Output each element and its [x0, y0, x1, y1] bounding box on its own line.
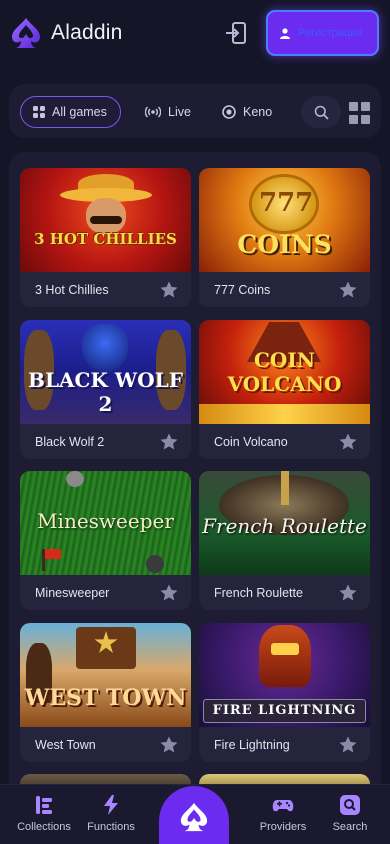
game-card[interactable]: Minesweeper Minesweeper [20, 471, 191, 610]
favorite-star-icon[interactable] [159, 280, 179, 300]
favorite-star-icon[interactable] [159, 735, 179, 755]
signup-button[interactable]: Регистрация [266, 10, 379, 56]
game-name: 3 Hot Chillies [35, 282, 109, 297]
game-art-title: Minesweeper [37, 509, 174, 533]
nav-label: Search [332, 821, 368, 833]
nav-search[interactable]: Search [310, 795, 390, 833]
game-art-title: French Roulette [202, 514, 367, 538]
brand-name: Aladdin [51, 21, 123, 44]
tab-all-games[interactable]: All games [20, 96, 121, 128]
user-icon [280, 27, 290, 39]
favorite-star-icon[interactable] [338, 735, 358, 755]
game-card[interactable]: WEST TOWN West Town [20, 623, 191, 762]
search-icon [340, 795, 360, 815]
brand-logo[interactable]: Aladdin [10, 16, 122, 50]
tab-live[interactable]: Live [133, 96, 203, 128]
nav-label: Functions [87, 821, 135, 833]
login-door-icon [226, 22, 246, 44]
games-grid: 3 HOT CHILLIES 3 Hot Chillies 777 COINS … [9, 152, 381, 792]
tab-label: All games [52, 105, 107, 119]
tab-label: Live [168, 105, 191, 119]
collections-icon [36, 796, 52, 814]
favorite-star-icon[interactable] [338, 432, 358, 452]
signup-label: Регистрация [298, 27, 363, 39]
game-art-title: BLACK WOLF 2 [28, 368, 183, 416]
game-card[interactable]: French Roulette French Roulette [199, 471, 370, 610]
tab-keno[interactable]: Keno [210, 96, 284, 128]
game-name: 777 Coins [214, 282, 271, 297]
game-art-title: WEST TOWN [24, 685, 187, 711]
game-thumbnail: BLACK WOLF 2 [20, 320, 191, 424]
nav-label: Collections [17, 821, 71, 833]
game-thumbnail: WEST TOWN [20, 623, 191, 727]
game-name: Fire Lightning [214, 737, 290, 752]
favorite-star-icon[interactable] [338, 280, 358, 300]
game-card[interactable]: 3 HOT CHILLIES 3 Hot Chillies [20, 168, 191, 307]
tab-label: Keno [243, 105, 273, 119]
game-card[interactable]: 777 COINS 777 Coins [199, 168, 370, 307]
nav-functions[interactable]: Functions [71, 795, 151, 833]
keno-ball-icon [222, 105, 236, 119]
game-name: Minesweeper [35, 585, 110, 600]
nav-label: Providers [259, 821, 307, 833]
favorite-star-icon[interactable] [159, 583, 179, 603]
game-thumbnail: French Roulette [199, 471, 370, 575]
game-thumbnail: FIRE LIGHTNING [199, 623, 370, 727]
game-art-title: COIN VOLCANO [227, 348, 342, 396]
game-thumbnail: COIN VOLCANO [199, 320, 370, 424]
spade-logo-icon [180, 802, 208, 832]
game-art-title: COINS [237, 230, 332, 259]
game-art-title: FIRE LIGHTNING [212, 703, 357, 718]
app-header: Aladdin Регистрация [0, 0, 390, 66]
category-filter-bar: All games Live Keno [9, 84, 381, 138]
game-thumbnail: 3 HOT CHILLIES [20, 168, 191, 272]
grid-view-toggle-icon[interactable] [349, 102, 371, 124]
search-icon [314, 105, 329, 120]
game-name: Black Wolf 2 [35, 434, 105, 449]
favorite-star-icon[interactable] [338, 583, 358, 603]
game-card[interactable]: FIRE LIGHTNING Fire Lightning [199, 623, 370, 762]
game-art-title: 3 HOT CHILLIES [34, 230, 177, 248]
favorite-star-icon[interactable] [159, 432, 179, 452]
grid-dots-icon [33, 106, 45, 118]
game-card[interactable]: COIN VOLCANO Coin Volcano [199, 320, 370, 459]
game-name: French Roulette [214, 585, 303, 600]
game-card[interactable]: BLACK WOLF 2 Black Wolf 2 [20, 320, 191, 459]
game-thumbnail: Minesweeper [20, 471, 191, 575]
login-button[interactable] [222, 20, 250, 46]
game-name: West Town [35, 737, 96, 752]
spade-logo-icon [12, 18, 40, 48]
game-thumbnail: 777 COINS [199, 168, 370, 272]
broadcast-icon [145, 106, 161, 118]
filter-search-button[interactable] [301, 96, 341, 128]
lightning-icon [104, 795, 118, 815]
gamepad-icon [272, 800, 294, 812]
game-name: Coin Volcano [214, 434, 288, 449]
